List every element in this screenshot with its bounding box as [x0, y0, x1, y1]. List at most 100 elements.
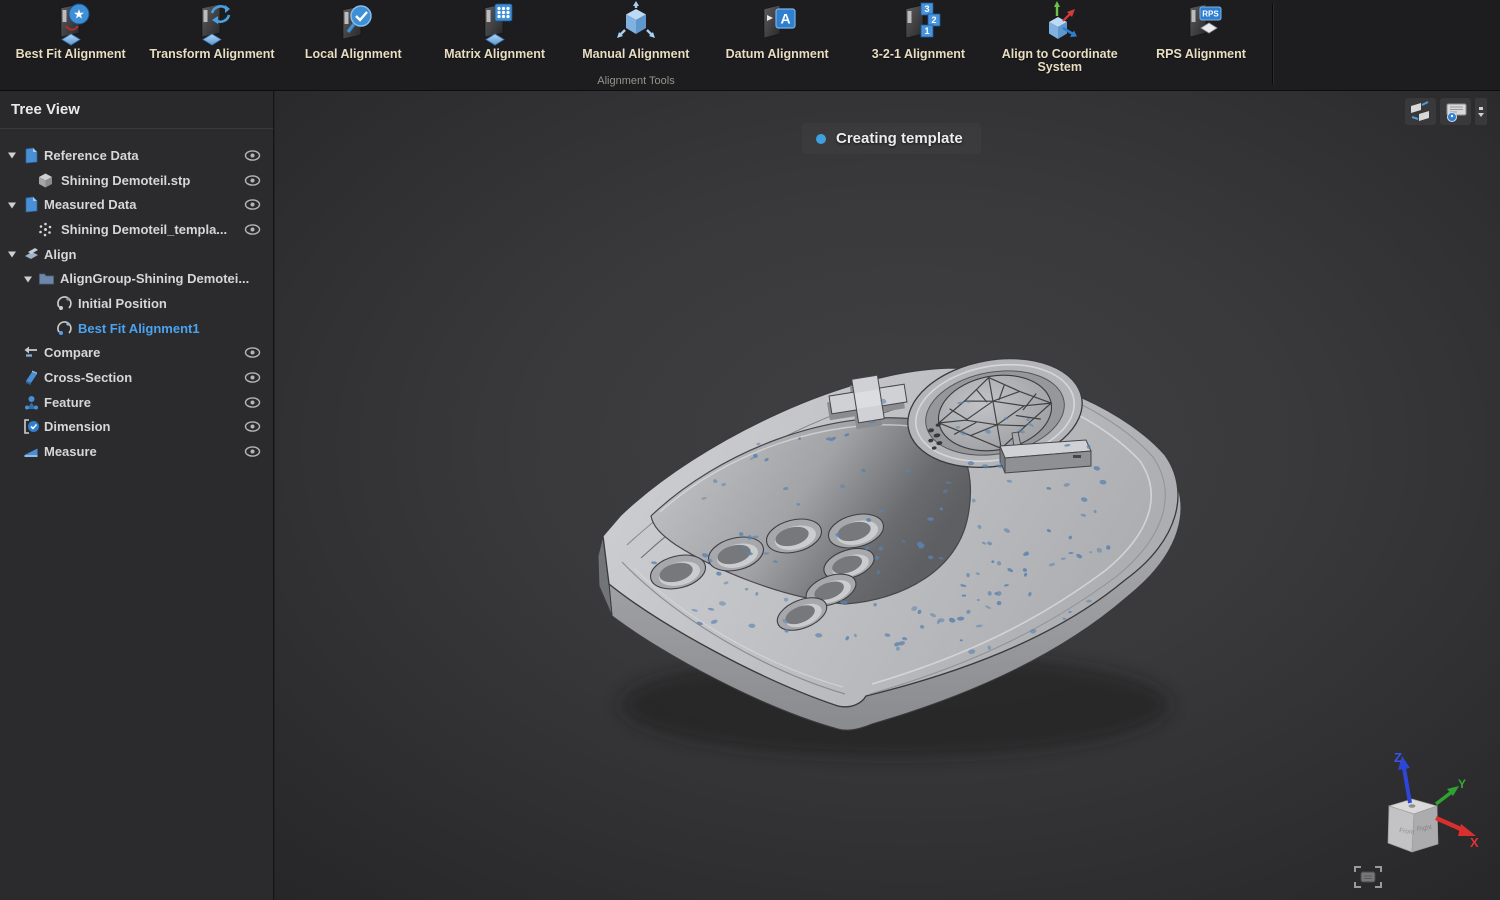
viewport-layout-button[interactable]	[1405, 98, 1436, 125]
eye-icon[interactable]	[244, 198, 261, 211]
status-text: Creating template	[836, 130, 963, 147]
ribbon-item-label: Matrix Alignment	[444, 48, 545, 61]
status-dot-icon	[816, 134, 826, 144]
transform-alignment-icon	[189, 1, 235, 47]
status-indicator: Creating template	[802, 123, 981, 154]
align-to-coordinate-system-icon	[1037, 1, 1083, 47]
expander-icon[interactable]	[23, 274, 33, 284]
tree-item-label: Dimension	[44, 419, 110, 434]
dropdown-caret-icon	[1477, 106, 1485, 118]
3-2-1-alignment-icon: 3 2 1	[895, 1, 941, 47]
tree-item-label: Initial Position	[78, 296, 167, 311]
align-to-coordinate-system-button[interactable]: Align to Coordinate System	[989, 0, 1130, 72]
eye-icon[interactable]	[244, 223, 261, 236]
eye-icon[interactable]	[244, 371, 261, 384]
navigation-cube[interactable]: Front Right Z Y X	[1388, 750, 1479, 852]
local-alignment-icon	[330, 1, 376, 47]
ribbon-item-label: Local Alignment	[305, 48, 402, 61]
eye-icon[interactable]	[244, 445, 261, 458]
manual-alignment-icon	[613, 1, 659, 47]
tree-item-compare[interactable]: Compare	[0, 341, 273, 366]
tree-item-label: Feature	[44, 395, 91, 410]
y-axis-label: Y	[1458, 777, 1466, 791]
point-cloud-icon	[37, 221, 54, 238]
eye-icon[interactable]	[244, 346, 261, 359]
tree-item-measure[interactable]: Measure	[0, 439, 273, 464]
3-2-1-alignment-button[interactable]: 3 2 1 3-2-1 Alignment	[848, 0, 989, 72]
local-alignment-button[interactable]: Local Alignment	[283, 0, 424, 72]
viewport-toolbar	[1405, 98, 1487, 125]
viewport-layout-icon	[1408, 100, 1433, 123]
manual-alignment-button[interactable]: Manual Alignment	[565, 0, 706, 72]
svg-text:3: 3	[925, 4, 930, 14]
datum-alignment-button[interactable]: A Datum Alignment	[706, 0, 847, 72]
rps-alignment-icon: RPS	[1178, 1, 1224, 47]
tree-item-cross-section[interactable]: Cross-Section	[0, 365, 273, 390]
tree-item-feature[interactable]: Feature	[0, 390, 273, 415]
ribbon-item-label: RPS Alignment	[1156, 48, 1246, 61]
ribbon-toolbar: ★ Best Fit Alignment Tra	[0, 0, 1500, 91]
compare-icon	[23, 344, 40, 361]
expander-icon[interactable]	[7, 249, 17, 259]
alignment-step-icon	[56, 295, 73, 312]
tree-item-initial-position[interactable]: Initial Position	[0, 291, 273, 316]
tree-item-best-fit-alignment1[interactable]: Best Fit Alignment1	[0, 316, 273, 341]
ribbon-item-label: Transform Alignment	[149, 48, 274, 61]
display-settings-button[interactable]	[1440, 98, 1471, 125]
dimension-icon	[23, 418, 40, 435]
expander-icon[interactable]	[7, 200, 17, 210]
tree-view-header: Tree View	[0, 91, 273, 129]
cross-section-icon	[23, 369, 40, 386]
application-window: ★ Best Fit Alignment Tra	[0, 0, 1500, 900]
tree-item-label: Cross-Section	[44, 370, 132, 385]
x-axis-label: X	[1470, 835, 1479, 850]
tree-item-dimension[interactable]: Dimension	[0, 415, 273, 440]
ribbon-item-label: Best Fit Alignment	[16, 48, 126, 61]
eye-icon[interactable]	[244, 396, 261, 409]
ribbon-group-label: Alignment Tools	[0, 75, 1272, 87]
matrix-alignment-button[interactable]: Matrix Alignment	[424, 0, 565, 72]
datum-alignment-icon: A	[754, 1, 800, 47]
svg-text:1: 1	[925, 26, 930, 36]
fullscreen-button[interactable]	[1352, 864, 1384, 890]
best-fit-alignment-button[interactable]: ★ Best Fit Alignment	[0, 0, 141, 72]
transform-alignment-button[interactable]: Transform Alignment	[141, 0, 282, 72]
eye-icon[interactable]	[244, 174, 261, 187]
svg-text:A: A	[781, 11, 791, 27]
matrix-alignment-icon	[472, 1, 518, 47]
align-icon	[23, 246, 40, 263]
tree-item-label: Compare	[44, 345, 100, 360]
3d-viewport[interactable]: Front Right Z Y X Creating template	[275, 91, 1500, 900]
tree-view-panel: Tree View Reference Data Shining De	[0, 91, 274, 900]
tree-item-reference-data[interactable]: Reference Data	[0, 143, 273, 168]
alignment-tools-group: ★ Best Fit Alignment Tra	[0, 0, 1272, 90]
3d-scene: Front Right Z Y X	[275, 91, 1500, 900]
eye-icon[interactable]	[244, 420, 261, 433]
ribbon-item-label: Manual Alignment	[582, 48, 689, 61]
display-settings-icon	[1443, 100, 1469, 123]
tree-item-aligngroup[interactable]: AlignGroup-Shining Demotei...	[0, 266, 273, 291]
expander-icon[interactable]	[7, 150, 17, 160]
tree-item-label: Align	[44, 247, 77, 262]
tree-item-label: Measure	[44, 444, 97, 459]
rps-alignment-button[interactable]: RPS RPS Alignment	[1130, 0, 1271, 72]
tree-rows: Reference Data Shining Demoteil.stp	[0, 129, 273, 464]
svg-text:2: 2	[932, 15, 937, 25]
tree-item-label: Best Fit Alignment1	[78, 321, 200, 336]
svg-text:★: ★	[73, 7, 85, 22]
tree-item-measured-data[interactable]: Measured Data	[0, 192, 273, 217]
ribbon-item-label: Align to Coordinate System	[994, 48, 1126, 74]
cad-solid-icon	[37, 172, 54, 189]
ribbon-item-label: 3-2-1 Alignment	[872, 48, 965, 61]
measure-icon	[23, 443, 40, 460]
tree-item-align[interactable]: Align	[0, 242, 273, 267]
tree-item-shining-demoteil-stp[interactable]: Shining Demoteil.stp	[0, 168, 273, 193]
folder-icon	[38, 270, 55, 287]
eye-icon[interactable]	[244, 149, 261, 162]
z-axis-label: Z	[1394, 750, 1402, 765]
viewport-options-dropdown[interactable]	[1475, 98, 1487, 125]
tree-item-shining-demoteil-template[interactable]: Shining Demoteil_templa...	[0, 217, 273, 242]
feature-icon	[23, 394, 40, 411]
fullscreen-icon	[1352, 864, 1384, 890]
tree-view-title: Tree View	[11, 101, 80, 118]
